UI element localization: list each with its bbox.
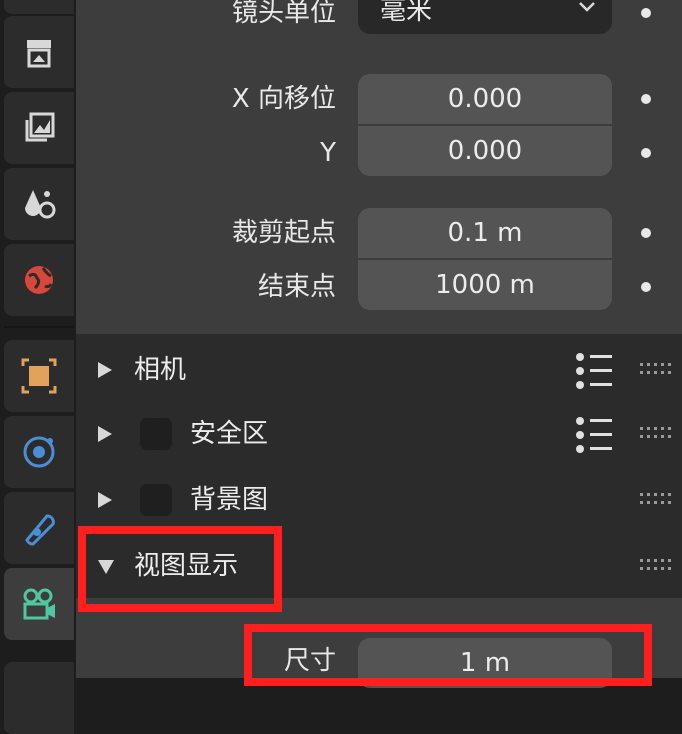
shift-y-field[interactable]: 0.000 <box>358 126 612 176</box>
shift-x-field[interactable]: 0.000 <box>358 74 612 124</box>
section-background-images[interactable]: 背景图 <box>76 468 682 532</box>
camera-data-icon <box>23 588 55 620</box>
physics-icon <box>23 436 55 468</box>
clip-start-label: 裁剪起点 <box>231 218 336 248</box>
animate-clip-start-dot[interactable] <box>641 228 651 238</box>
properties-tab-bar <box>0 0 76 734</box>
animate-shift-x-dot[interactable] <box>641 94 651 104</box>
expand-arrow-icon <box>98 492 112 508</box>
tab-object[interactable] <box>4 340 74 412</box>
tab-physics[interactable] <box>4 416 74 488</box>
tab-tool[interactable] <box>4 0 74 14</box>
drag-grip-icon[interactable] <box>640 426 672 440</box>
section-camera-label: 相机 <box>134 355 187 385</box>
safe-areas-checkbox[interactable] <box>140 418 172 450</box>
lens-unit-dropdown[interactable]: 毫米 <box>358 0 612 34</box>
tab-divider <box>4 326 74 328</box>
clip-start-field[interactable]: 0.1 m <box>358 208 612 258</box>
clip-end-label: 结束点 <box>257 272 336 302</box>
drag-grip-icon[interactable] <box>640 362 672 376</box>
expand-arrow-icon <box>98 362 112 378</box>
tab-camera-data[interactable] <box>4 568 74 640</box>
section-camera[interactable]: 相机 <box>76 338 682 402</box>
object-icon <box>21 358 57 394</box>
tab-scene[interactable] <box>4 168 74 240</box>
section-background-images-label: 背景图 <box>190 485 269 515</box>
scene-icon <box>25 190 56 219</box>
lens-unit-value: 毫米 <box>380 0 433 26</box>
tab-constraints[interactable] <box>4 492 74 564</box>
background-images-checkbox[interactable] <box>140 484 172 516</box>
section-safe-areas-label: 安全区 <box>190 419 269 449</box>
printer-icon <box>27 40 51 68</box>
drag-grip-icon[interactable] <box>640 558 672 572</box>
shift-y-label: Y <box>320 138 336 168</box>
chevron-down-icon <box>579 2 595 12</box>
expand-arrow-icon <box>98 426 112 442</box>
tab-output[interactable] <box>4 16 74 88</box>
lens-unit-label: 镜头单位 <box>231 0 336 28</box>
world-icon <box>25 266 53 294</box>
animate-shift-y-dot[interactable] <box>641 148 651 158</box>
shift-x-label: X 向移位 <box>231 84 336 114</box>
section-safe-areas[interactable]: 安全区 <box>76 402 682 466</box>
tab-view-layer[interactable] <box>4 92 74 164</box>
preset-list-icon[interactable] <box>574 352 614 390</box>
animate-lens-unit-dot[interactable] <box>641 8 651 18</box>
clip-end-field[interactable]: 1000 m <box>358 260 612 310</box>
animate-clip-end-dot[interactable] <box>641 282 651 292</box>
tab-world[interactable] <box>4 244 74 316</box>
drag-grip-icon[interactable] <box>640 492 672 506</box>
constraints-icon <box>25 514 55 546</box>
tab-more[interactable] <box>4 662 74 734</box>
highlight-viewport-display <box>78 526 282 612</box>
view-layer-icon <box>25 112 55 142</box>
camera-lens-subpanel: 镜头单位 毫米 X 向移位 0.000 Y 0.000 裁剪起点 0.1 m 结… <box>76 0 682 334</box>
preset-list-icon[interactable] <box>574 416 614 454</box>
highlight-display-size <box>244 624 652 686</box>
